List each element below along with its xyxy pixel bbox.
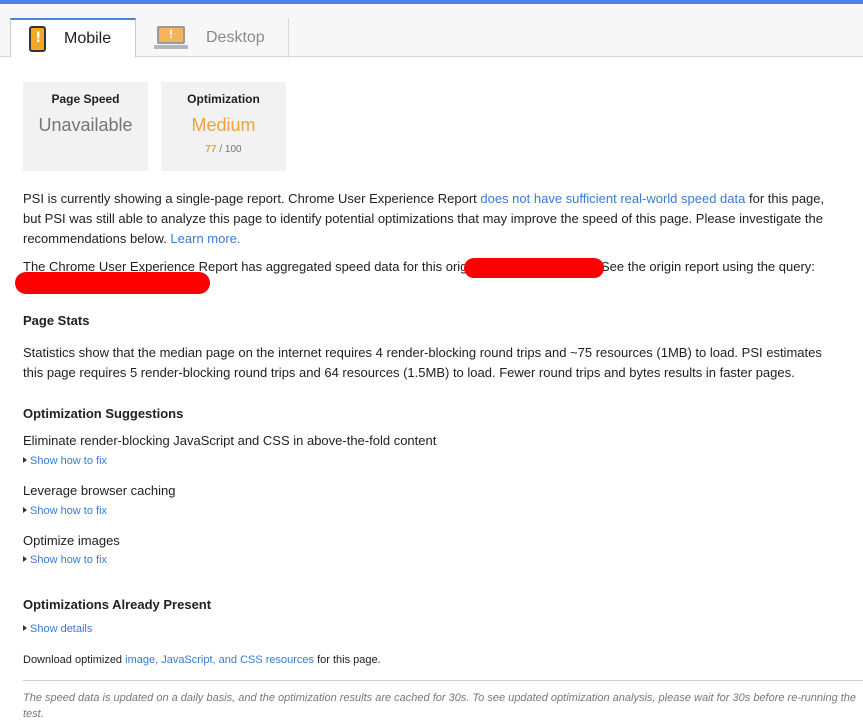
optimization-suggestions-heading: Optimization Suggestions xyxy=(23,406,184,421)
expand-arrow-icon xyxy=(23,625,27,631)
show-how-to-fix-link[interactable]: Show how to fix xyxy=(23,505,107,517)
origin-query-text: See the origin report using the query: xyxy=(601,257,841,277)
download-line: Download optimized image, JavaScript, an… xyxy=(23,654,381,666)
redaction-origin xyxy=(464,258,604,278)
show-details-link[interactable]: Show details xyxy=(23,623,92,635)
optimizations-present-heading: Optimizations Already Present xyxy=(23,597,212,612)
page-speed-score-card: Page Speed Unavailable xyxy=(23,82,148,171)
insufficient-data-link[interactable]: does not have sufficient real-world spee… xyxy=(480,191,745,206)
suggestion-title: Eliminate render-blocking JavaScript and… xyxy=(23,433,437,448)
optimization-score-card: Optimization Medium 77 / 100 xyxy=(161,82,286,171)
show-how-to-fix-link[interactable]: Show how to fix xyxy=(23,455,107,467)
intro-paragraph: PSI is currently showing a single-page r… xyxy=(23,189,843,249)
tab-desktop[interactable]: Desktop xyxy=(136,18,289,58)
optimization-score-number: 77 xyxy=(205,144,217,155)
optimization-title: Optimization xyxy=(187,92,260,106)
optimization-score: 77 / 100 xyxy=(161,144,286,155)
page-speed-title: Page Speed xyxy=(51,92,120,106)
expand-arrow-icon xyxy=(23,507,27,513)
footer-note: The speed data is updated on a daily bas… xyxy=(23,692,857,720)
mobile-phone-warning-icon xyxy=(29,25,46,52)
optimization-value: Medium xyxy=(191,115,256,135)
suggestion-title: Leverage browser caching xyxy=(23,483,176,498)
desktop-monitor-warning-icon xyxy=(154,26,188,50)
origin-query-label: See the origin report using the query: xyxy=(601,259,815,274)
tab-desktop-label: Desktop xyxy=(206,29,265,46)
expand-arrow-icon xyxy=(23,556,27,562)
redaction-query xyxy=(15,272,210,294)
intro-text: PSI is currently showing a single-page r… xyxy=(23,191,481,206)
page-stats-text: Statistics show that the median page on … xyxy=(23,345,822,380)
tab-bar: Mobile Desktop xyxy=(0,4,863,58)
download-resources-link[interactable]: image, JavaScript, and CSS resources xyxy=(125,654,314,666)
page-stats-heading: Page Stats xyxy=(23,313,90,328)
page-speed-value: Unavailable xyxy=(38,115,133,135)
show-how-to-fix-link[interactable]: Show how to fix xyxy=(23,554,107,566)
suggestion-title: Optimize images xyxy=(23,533,120,548)
expand-arrow-icon xyxy=(23,457,27,463)
learn-more-link[interactable]: Learn more. xyxy=(170,231,240,246)
tab-mobile[interactable]: Mobile xyxy=(10,18,136,58)
tab-mobile-label: Mobile xyxy=(64,29,112,47)
optimization-score-max: / 100 xyxy=(219,144,242,155)
divider xyxy=(23,680,863,681)
